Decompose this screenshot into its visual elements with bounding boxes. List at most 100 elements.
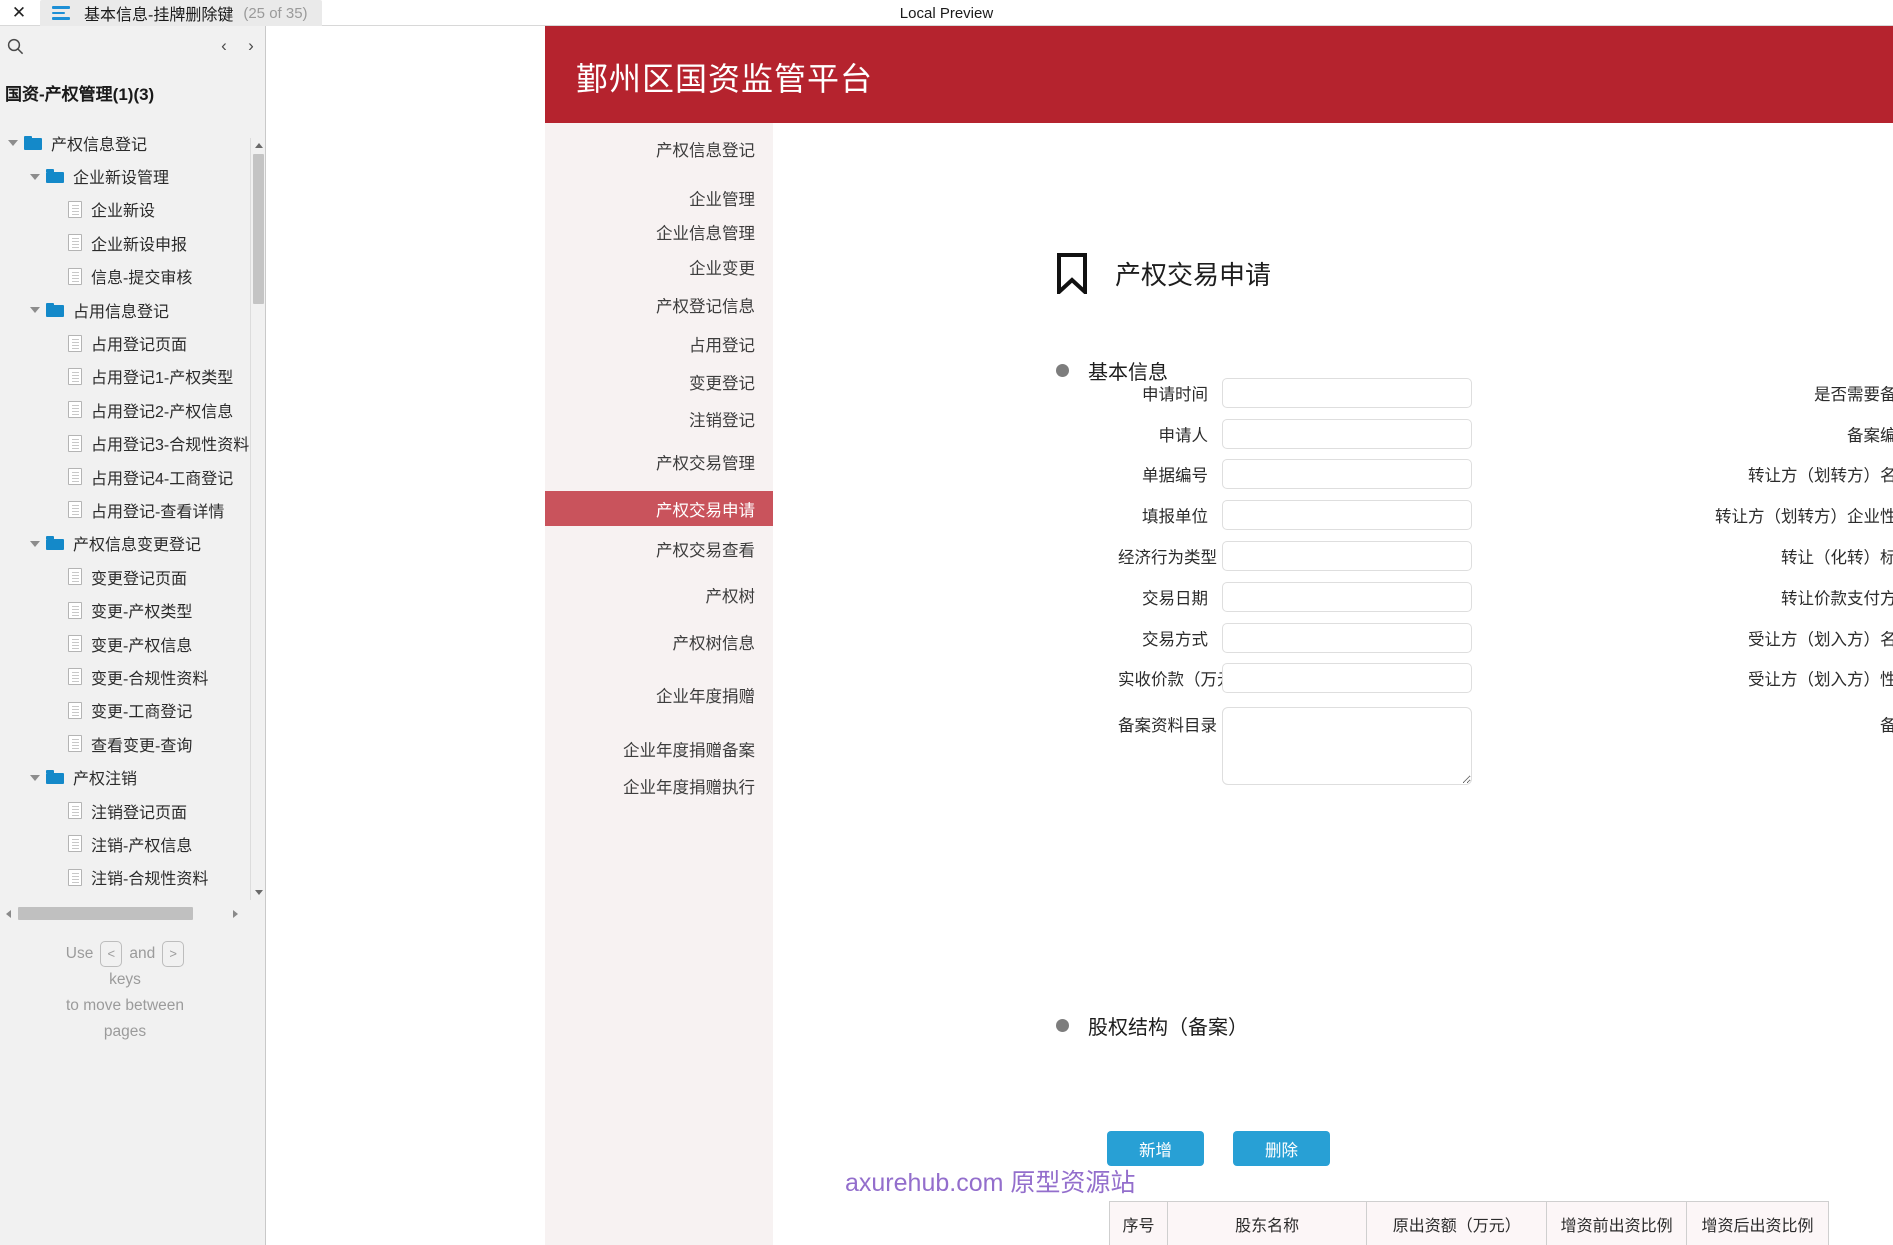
horizontal-scroll-thumb[interactable] [18,907,193,920]
form-field-label: 申请人 [1158,426,1209,445]
form-field-label: 是否需要备案 [1814,386,1893,404]
sitemap-tree-item[interactable]: 占用登记4-工商登记 [0,460,250,493]
chevron-down-icon[interactable] [30,772,41,783]
sitemap-tree-item[interactable]: 注销登记页面 [0,794,250,827]
delete-button[interactable]: 删除 [1233,1131,1330,1166]
sidenav-item[interactable]: 变更登记 [545,364,773,399]
sitemap-tree-item[interactable]: 信息-提交审核 [0,260,250,293]
search-icon[interactable] [4,35,26,57]
sitemap-tree-item[interactable]: 变更-工商登记 [0,694,250,727]
sidenav-item[interactable]: 企业年度捐赠执行 [545,768,773,803]
form-field-label: 交易日期 [1142,590,1208,608]
chevron-down-icon[interactable] [30,538,41,549]
form-field-label: 受让方（划入方）名称 [1748,631,1893,649]
sitemap-tree-item[interactable]: 注销-合规性资料 [0,861,250,894]
sidenav-item[interactable]: 产权树信息 [545,624,773,659]
scroll-left-icon[interactable] [1,907,15,921]
sidenav-item-selected[interactable]: 产权交易申请 [545,491,773,526]
page-icon [68,334,82,352]
sitemap-tree-item[interactable]: 企业新设申报 [0,226,250,259]
page-icon [68,802,82,819]
sidenav-item[interactable]: 企业变更 [545,249,773,284]
page-icon [68,635,82,653]
sitemap-tree-item[interactable]: 变更-产权类型 [0,593,250,626]
chevron-down-icon[interactable] [30,171,41,182]
sitemap-tree-item[interactable]: 占用登记2-产权信息 [0,393,250,426]
prev-page-button[interactable]: ‹ [212,34,236,58]
form-row: 交易日期 [1118,582,1472,612]
vertical-scroll-thumb[interactable] [253,154,264,304]
sidenav-item[interactable]: 占用登记 [545,326,773,361]
page-icon [68,468,82,486]
sitemap-tree-item[interactable]: 占用信息登记 [0,293,250,326]
form-field-input[interactable] [1222,541,1472,571]
sidenav-item[interactable]: 产权交易查看 [545,531,773,566]
chevron-down-icon[interactable] [8,137,19,148]
section-equity-structure: 股权结构（备案） [1056,1011,1248,1040]
scroll-up-icon[interactable] [251,138,266,153]
chevron-down-icon[interactable] [30,304,41,315]
sitemap-tree-item[interactable]: 占用登记1-产权类型 [0,360,250,393]
sitemap-tree-item[interactable]: 企业新设 [0,193,250,226]
form-field-input[interactable] [1222,499,1472,530]
hamburger-icon[interactable] [50,5,72,21]
sitemap-tree-item[interactable]: 占用登记-查看详情 [0,493,250,526]
sitemap-tree-item[interactable]: 占用登记页面 [0,326,250,359]
scroll-right-icon[interactable] [228,907,242,921]
sidenav-item[interactable]: 产权树 [545,570,773,619]
page-icon [68,501,82,519]
sidenav-item-label: 产权信息登记 [656,141,755,160]
sitemap-tree-item[interactable]: 查看变更-查询 [0,727,250,760]
sitemap-tree-item[interactable]: 企业新设管理 [0,159,250,192]
basic-info-form: 申请时间 申请人 单据编号 填报单位 经济行为类型 交易日期 交易方式 实收价款（万元） 备案资… [773,378,1893,828]
form-field-input[interactable] [1222,378,1472,408]
sitemap-tree-item[interactable]: 变更-合规性资料 [0,660,250,693]
page-icon [68,367,82,385]
form-field-input[interactable] [1222,663,1472,693]
form-field-input[interactable] [1222,582,1472,612]
close-icon[interactable]: ✕ [6,1,32,25]
form-field-input[interactable] [1222,418,1472,449]
sidenav-item-label: 产权登记信息 [656,297,755,316]
sitemap-tree-item-label: 信息-提交审核 [91,270,193,288]
sitemap-tree-item[interactable]: 产权注销 [0,760,250,793]
sidenav-item[interactable]: 产权交易管理 [545,437,773,486]
sidenav-item[interactable]: 产权信息登记 [545,124,773,173]
form-field-label: 受让方（划入方）性质 [1748,671,1893,689]
sitemap-tree-item[interactable]: 占用登记3-合规性资料 [0,427,250,460]
sidenav-item-label: 企业变更 [689,259,755,278]
hint-line-4: pages [103,1023,147,1040]
form-field-label: 备案编号 [1847,426,1893,445]
sitemap-tree-item[interactable]: 变更登记页面 [0,560,250,593]
sidenav-item[interactable]: 企业信息管理 [545,214,773,249]
scroll-down-icon[interactable] [251,885,266,900]
form-field-input[interactable] [1222,623,1472,653]
sitemap-tree-item-label: 产权信息登记 [51,136,148,154]
page-icon [68,868,82,886]
add-button[interactable]: 新增 [1107,1131,1204,1166]
form-field-input[interactable] [1222,459,1472,489]
sidenav-item[interactable]: 注销登记 [545,401,773,436]
sitemap-tree-item[interactable]: 变更-产权信息 [0,627,250,660]
sidenav-item[interactable]: 企业年度捐赠备案 [545,731,773,766]
form-field-label: 实收价款（万元） [1118,671,1250,689]
form-row: 受让方（划入方）名称 [1693,623,1893,653]
sidenav-item-label: 变更登记 [689,374,755,393]
sidenav-item[interactable]: 产权登记信息 [545,280,773,329]
sitemap-tree-item[interactable]: 注销-产权信息 [0,827,250,860]
sitemap-tree-item[interactable]: 产权信息变更登记 [0,527,250,560]
tree-vertical-scrollbar[interactable] [250,138,265,900]
watermark-domain: axurehub.com [845,1169,1004,1197]
page-icon [68,234,82,252]
sitemap-tree-item[interactable]: 产权信息登记 [0,126,250,159]
preview-tab[interactable]: 基本信息-挂牌删除键 (25 of 35) [40,0,322,26]
sitemap-tree-item-label: 产权信息变更登记 [73,537,202,555]
form-field-textarea[interactable] [1222,707,1472,785]
next-page-button[interactable]: › [239,34,263,58]
folder-icon [46,536,64,551]
tree-horizontal-scrollbar[interactable] [0,904,250,922]
sidenav-item[interactable]: 企业年度捐赠 [545,670,773,719]
sidenav-item-label: 产权交易管理 [656,454,755,473]
sitemap-tree-item-label: 查看变更-查询 [91,737,193,755]
sidenav-item-label: 产权树信息 [672,634,756,653]
